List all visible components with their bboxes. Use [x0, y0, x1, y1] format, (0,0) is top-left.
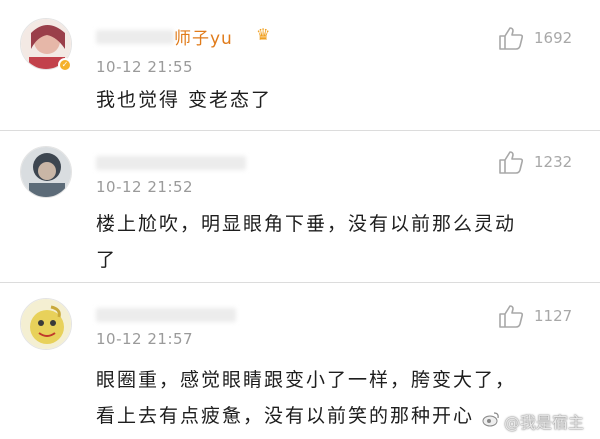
like-count: 1232: [534, 153, 573, 171]
comment-list: ✓ 师子yu ♛ 10-12 21:55 1692 我也觉得 变老态了 10-1…: [0, 0, 600, 439]
avatar[interactable]: [20, 146, 72, 198]
comment-text-line: 我也觉得 变老态了: [96, 89, 273, 111]
like-button[interactable]: 1232: [498, 150, 572, 174]
comment-text-line: 楼上尬吹，明显眼角下垂，没有以前那么灵动: [96, 213, 517, 235]
username-redacted: [96, 156, 246, 170]
comment-text-line: 看上去有点疲惫，没有以前笑的那种开心: [96, 405, 475, 427]
thumbs-up-icon: [498, 26, 524, 50]
watermark-text: @我是宿主: [503, 413, 584, 432]
comment-text-line: 眼圈重，感觉眼睛跟变小了一样，胯变大了，: [96, 369, 517, 391]
like-button[interactable]: 1692: [498, 26, 572, 50]
thumbs-up-icon: [498, 304, 524, 328]
divider: [0, 282, 600, 283]
comment-text: 楼上尬吹，明显眼角下垂，没有以前那么灵动 了: [96, 206, 516, 278]
divider: [0, 130, 600, 131]
username-redacted: [96, 30, 174, 44]
username[interactable]: 师子yu: [174, 24, 233, 49]
weibo-icon: [482, 411, 500, 431]
vip-badge-icon: ✓: [58, 58, 72, 72]
like-button[interactable]: 1127: [498, 304, 572, 328]
comment-text: 我也觉得 变老态了: [96, 82, 272, 118]
thumbs-up-icon: [498, 150, 524, 174]
like-count: 1127: [534, 307, 573, 325]
like-count: 1692: [534, 29, 573, 47]
watermark: @我是宿主: [482, 409, 584, 433]
comment-time: 10-12 21:57: [96, 330, 194, 348]
comment-text: 眼圈重，感觉眼睛跟变小了一样，胯变大了， 看上去有点疲惫，没有以前笑的那种开心: [96, 362, 516, 434]
avatar[interactable]: [20, 298, 72, 350]
username-redacted: [96, 308, 236, 322]
comment-time: 10-12 21:52: [96, 178, 194, 196]
member-crown-icon: ♛: [256, 25, 271, 44]
comment-text-line: 了: [96, 249, 118, 271]
comment-time: 10-12 21:55: [96, 58, 194, 76]
